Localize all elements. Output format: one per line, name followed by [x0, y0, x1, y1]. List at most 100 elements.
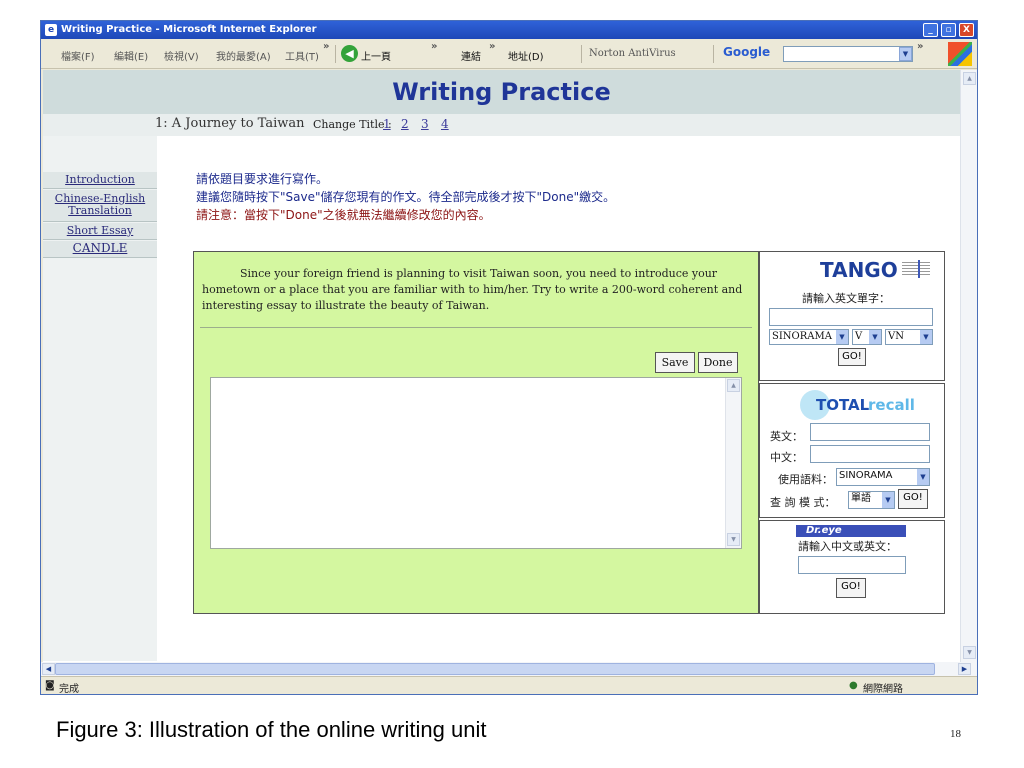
- nav-short-essay[interactable]: Short Essay: [43, 223, 157, 240]
- menu-edit[interactable]: 編輯(E): [114, 48, 148, 63]
- address-label[interactable]: 地址(D): [508, 48, 544, 63]
- chevron-down-icon[interactable]: ▼: [899, 47, 912, 61]
- browser-window: e Writing Practice - Microsoft Internet …: [40, 20, 978, 695]
- change-title-label: Change Title :: [313, 118, 392, 131]
- menu-favorites[interactable]: 我的最愛(A): [216, 48, 271, 63]
- title-link-2[interactable]: 2: [401, 117, 409, 131]
- tango-lang-select[interactable]: VN ▼: [885, 329, 933, 345]
- mode-select[interactable]: 單語 ▼: [848, 491, 895, 509]
- totalrecall-go-button[interactable]: GO!: [898, 489, 928, 509]
- corpus-select[interactable]: SINORAMA ▼: [836, 468, 930, 486]
- tango-pos-select[interactable]: V ▼: [852, 329, 882, 345]
- instruction-line: 請依題目要求進行寫作。: [196, 172, 329, 186]
- page-number: 18: [950, 728, 961, 740]
- instruction-warning: 請注意：當按下"Done"之後就無法繼續修改您的內容。: [196, 208, 491, 222]
- minimize-button[interactable]: _: [923, 23, 938, 37]
- instruction-line: 建議您隨時按下"Save"儲存您現有的作文。待全部完成後才按下"Done"繳交。: [196, 190, 616, 204]
- english-label: 英文：: [770, 430, 803, 443]
- nav-candle[interactable]: CANDLE: [43, 241, 157, 258]
- dreye-prompt: 請輸入中文或英文：: [798, 540, 897, 553]
- title-bar-section: 1: A Journey to Taiwan Change Title : 1 …: [43, 114, 960, 136]
- divider: [200, 327, 752, 328]
- google-search-input[interactable]: [783, 46, 913, 62]
- nav-introduction[interactable]: Introduction: [43, 172, 157, 189]
- journey-title: 1: A Journey to Taiwan: [155, 116, 305, 131]
- page-horizontal-scrollbar[interactable]: ◀ ▶: [41, 662, 977, 676]
- nav-chinese-english-translation[interactable]: Chinese-English Translation: [43, 190, 157, 222]
- tango-source-select[interactable]: SINORAMA ▼: [769, 329, 849, 345]
- corpus-label: 使用語料：: [778, 473, 833, 486]
- window-title: Writing Practice - Microsoft Internet Ex…: [61, 24, 317, 35]
- menu-file[interactable]: 檔案(F): [61, 48, 95, 63]
- chinese-label: 中文：: [770, 451, 803, 464]
- essay-prompt: Since your foreign friend is planning to…: [202, 267, 743, 312]
- google-logo[interactable]: Google: [723, 45, 770, 59]
- tango-divider: [918, 260, 920, 278]
- tango-word-input[interactable]: [769, 308, 933, 326]
- scroll-right-icon[interactable]: ▶: [958, 663, 971, 675]
- toolbar-divider: [335, 45, 336, 63]
- title-link-4[interactable]: 4: [441, 117, 449, 131]
- chevron-down-icon: ▼: [920, 330, 932, 344]
- status-bar: ◙ 完成 ● 網際網路: [41, 676, 977, 695]
- scroll-up-icon[interactable]: ▲: [963, 72, 976, 85]
- dreye-input[interactable]: [798, 556, 906, 574]
- page-title: Writing Practice: [392, 78, 611, 106]
- chevron-icon[interactable]: »: [323, 41, 329, 52]
- scroll-thumb[interactable]: [55, 663, 935, 675]
- figure-caption: Figure 3: Illustration of the online wri…: [56, 717, 487, 742]
- dreye-go-button[interactable]: GO!: [836, 578, 866, 598]
- toolbar: 檔案(F) 編輯(E) 檢視(V) 我的最愛(A) 工具(T) » ◀ 上一頁 …: [41, 39, 977, 69]
- ie-icon: e: [45, 24, 57, 36]
- essay-textarea[interactable]: ▲ ▼: [210, 377, 742, 549]
- toolbar-divider: [713, 45, 714, 63]
- title-bar: e Writing Practice - Microsoft Internet …: [41, 21, 977, 39]
- done-button[interactable]: Done: [698, 352, 738, 373]
- title-link-1[interactable]: 1: [383, 117, 391, 131]
- scroll-left-icon[interactable]: ◀: [42, 663, 55, 675]
- maximize-button[interactable]: ▫: [941, 23, 956, 37]
- web-page: Writing Practice 1: A Journey to Taiwan …: [43, 70, 960, 662]
- status-text: 完成: [59, 684, 79, 695]
- writing-panel: Since your foreign friend is planning to…: [193, 251, 759, 614]
- links-label[interactable]: 連結: [461, 48, 481, 63]
- tango-go-button[interactable]: GO!: [838, 348, 866, 366]
- totalrecall-logo-b: recall: [868, 396, 915, 414]
- zone-text: 網際網路: [863, 684, 903, 695]
- totalrecall-logo-a: TOTAL: [816, 396, 870, 414]
- textarea-scrollbar[interactable]: ▲ ▼: [725, 378, 741, 548]
- dreye-panel: Dr.eye 請輸入中文或英文： GO!: [759, 520, 945, 614]
- menu-tools[interactable]: 工具(T): [285, 48, 319, 63]
- windows-logo-icon: [948, 42, 972, 66]
- menu-view[interactable]: 檢視(V): [164, 48, 199, 63]
- chevron-down-icon: ▼: [917, 469, 929, 485]
- page-done-icon: ◙: [45, 680, 55, 691]
- scroll-up-icon[interactable]: ▲: [727, 379, 740, 392]
- page-header: Writing Practice: [43, 70, 960, 114]
- scroll-down-icon[interactable]: ▼: [963, 646, 976, 659]
- title-link-3[interactable]: 3: [421, 117, 429, 131]
- tango-prompt: 請輸入英文單字：: [802, 292, 890, 305]
- chevron-icon[interactable]: »: [917, 41, 923, 52]
- chevron-icon[interactable]: »: [431, 41, 437, 52]
- tango-tagline: [902, 262, 930, 276]
- chevron-down-icon: ▼: [869, 330, 881, 344]
- internet-zone-icon: ●: [849, 680, 858, 691]
- sidebar: Introduction Chinese-English Translation…: [43, 136, 157, 661]
- chevron-icon[interactable]: »: [489, 41, 495, 52]
- chevron-down-icon: ▼: [882, 492, 894, 508]
- toolbar-divider: [581, 45, 582, 63]
- totalrecall-panel: TOTAL recall 英文： 中文： 使用語料： SINORAMA ▼ 查 詢…: [759, 383, 945, 518]
- scroll-down-icon[interactable]: ▼: [727, 533, 740, 546]
- page-vertical-scrollbar[interactable]: ▲ ▼: [960, 70, 977, 662]
- dreye-logo: Dr.eye: [796, 525, 906, 537]
- back-button[interactable]: 上一頁: [361, 48, 391, 63]
- back-arrow-icon[interactable]: ◀: [341, 45, 358, 62]
- close-button[interactable]: X: [959, 23, 974, 37]
- english-input[interactable]: [810, 423, 930, 441]
- save-button[interactable]: Save: [655, 352, 695, 373]
- mode-label: 查 詢 模 式：: [770, 496, 836, 509]
- chinese-input[interactable]: [810, 445, 930, 463]
- tango-logo: TANGO: [820, 258, 898, 282]
- norton-label[interactable]: Norton AntiVirus: [589, 48, 676, 59]
